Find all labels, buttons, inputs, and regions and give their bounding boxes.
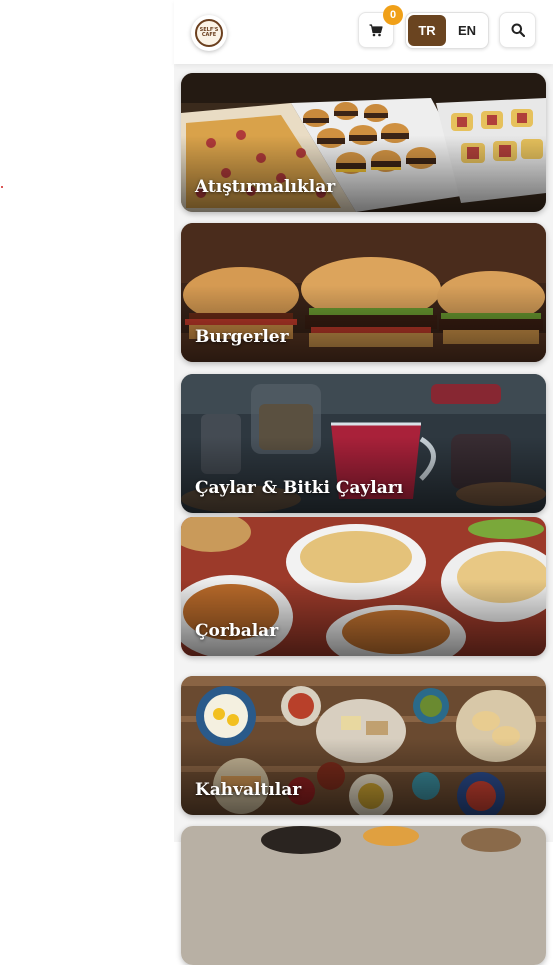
category-card-burgers[interactable]: Burgerler	[181, 223, 546, 362]
language-tr-button[interactable]: TR	[408, 15, 446, 46]
category-card-snacks[interactable]: Atıştırmalıklar	[181, 73, 546, 212]
language-switcher: TR EN	[405, 12, 489, 49]
category-card-breakfasts[interactable]: Kahvaltılar	[181, 676, 546, 815]
category-title: Çorbalar	[195, 621, 279, 641]
cart-count-badge: 0	[383, 5, 403, 25]
category-title: Burgerler	[195, 327, 289, 347]
logo-line-2: CAFE	[201, 32, 217, 38]
category-card-next[interactable]	[181, 826, 546, 965]
left-blank-area	[0, 0, 174, 842]
search-icon	[511, 23, 525, 37]
cart-icon	[369, 23, 383, 36]
logo-ring: SELF'S CAFE	[195, 19, 223, 47]
cafe-logo[interactable]: SELF'S CAFE	[191, 15, 227, 51]
category-card-soups[interactable]: Çorbalar	[181, 517, 546, 656]
category-title: Çaylar & Bitki Çayları	[195, 478, 404, 498]
stray-dot	[1, 186, 3, 188]
search-button[interactable]	[499, 12, 536, 48]
next-category-photo	[181, 826, 546, 965]
category-title: Atıştırmalıklar	[195, 177, 336, 197]
language-en-button[interactable]: EN	[448, 15, 486, 46]
category-title: Kahvaltılar	[195, 780, 302, 800]
category-card-teas[interactable]: Çaylar & Bitki Çayları	[181, 374, 546, 513]
